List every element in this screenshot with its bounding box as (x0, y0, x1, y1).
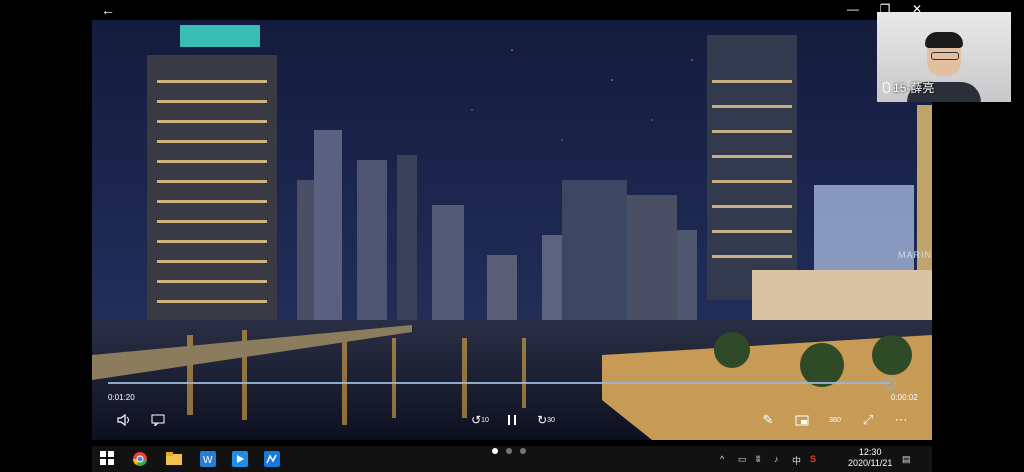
word-icon[interactable]: W (200, 451, 216, 467)
rewind-10-label: 10 (481, 416, 489, 424)
rotate-360-label: 360 (829, 416, 841, 424)
elapsed-time: 0:01:20 (108, 393, 135, 402)
microphone-icon (883, 82, 890, 93)
video-frame[interactable]: MARINA (92, 20, 932, 440)
sogou-icon[interactable]: S (810, 454, 816, 464)
minimize-icon[interactable]: — (846, 2, 860, 16)
media-icon[interactable] (232, 451, 248, 467)
notification-icon[interactable]: ▤ (902, 454, 911, 465)
webcam-label: 15-薛亮 (883, 79, 934, 96)
subtitles-icon[interactable] (150, 412, 166, 428)
rewind-10-button[interactable]: ↺ 10 (471, 412, 489, 428)
svg-text:W: W (203, 455, 213, 466)
progress-knob[interactable] (884, 377, 896, 389)
rotate-360-button[interactable]: 360 (826, 412, 844, 428)
wifi-icon[interactable]: ʬ (756, 454, 760, 464)
remaining-time: 0:00:02 (891, 393, 918, 402)
more-icon[interactable]: ⋯ (893, 412, 909, 428)
miniplayer-icon[interactable] (794, 412, 810, 428)
windows-start-icon[interactable] (100, 451, 116, 467)
clock[interactable]: 12:30 2020/11/21 (848, 447, 892, 469)
page-dot-3[interactable] (520, 448, 526, 454)
progress-bar[interactable] (108, 382, 890, 384)
participant-name: 15-薛亮 (893, 81, 935, 95)
fullscreen-icon[interactable]: ⤢ (860, 412, 876, 428)
webcam-person-hair (925, 32, 963, 48)
file-explorer-icon[interactable] (166, 451, 182, 467)
webcam-person-glasses (931, 52, 959, 60)
page-dot-2[interactable] (506, 448, 512, 454)
marina-sign: MARINA (898, 250, 932, 260)
speaker-icon[interactable]: ♪ (774, 454, 779, 464)
battery-icon[interactable]: ▭ (738, 454, 747, 465)
title-bar: ← — ❐ ✕ (0, 0, 1024, 20)
page-dot-1[interactable] (492, 448, 498, 454)
back-arrow-icon[interactable]: ← (100, 2, 116, 18)
pen-icon[interactable]: ✎ (760, 412, 776, 428)
webcam-tile[interactable]: 15-薛亮 (877, 12, 1011, 102)
ime-indicator[interactable]: 中 (792, 454, 801, 467)
tray-chevron-icon[interactable]: ^ (720, 454, 724, 464)
volume-icon[interactable] (116, 412, 132, 428)
pause-icon[interactable] (506, 412, 518, 428)
page-dots (492, 448, 526, 454)
maps-icon[interactable] (264, 451, 280, 467)
forward-30-label: 30 (547, 416, 555, 424)
chrome-icon[interactable] (132, 451, 148, 467)
clock-date: 2020/11/21 (848, 458, 893, 468)
forward-30-button[interactable]: ↻ 30 (536, 412, 556, 428)
clock-time: 12:30 (858, 447, 882, 457)
